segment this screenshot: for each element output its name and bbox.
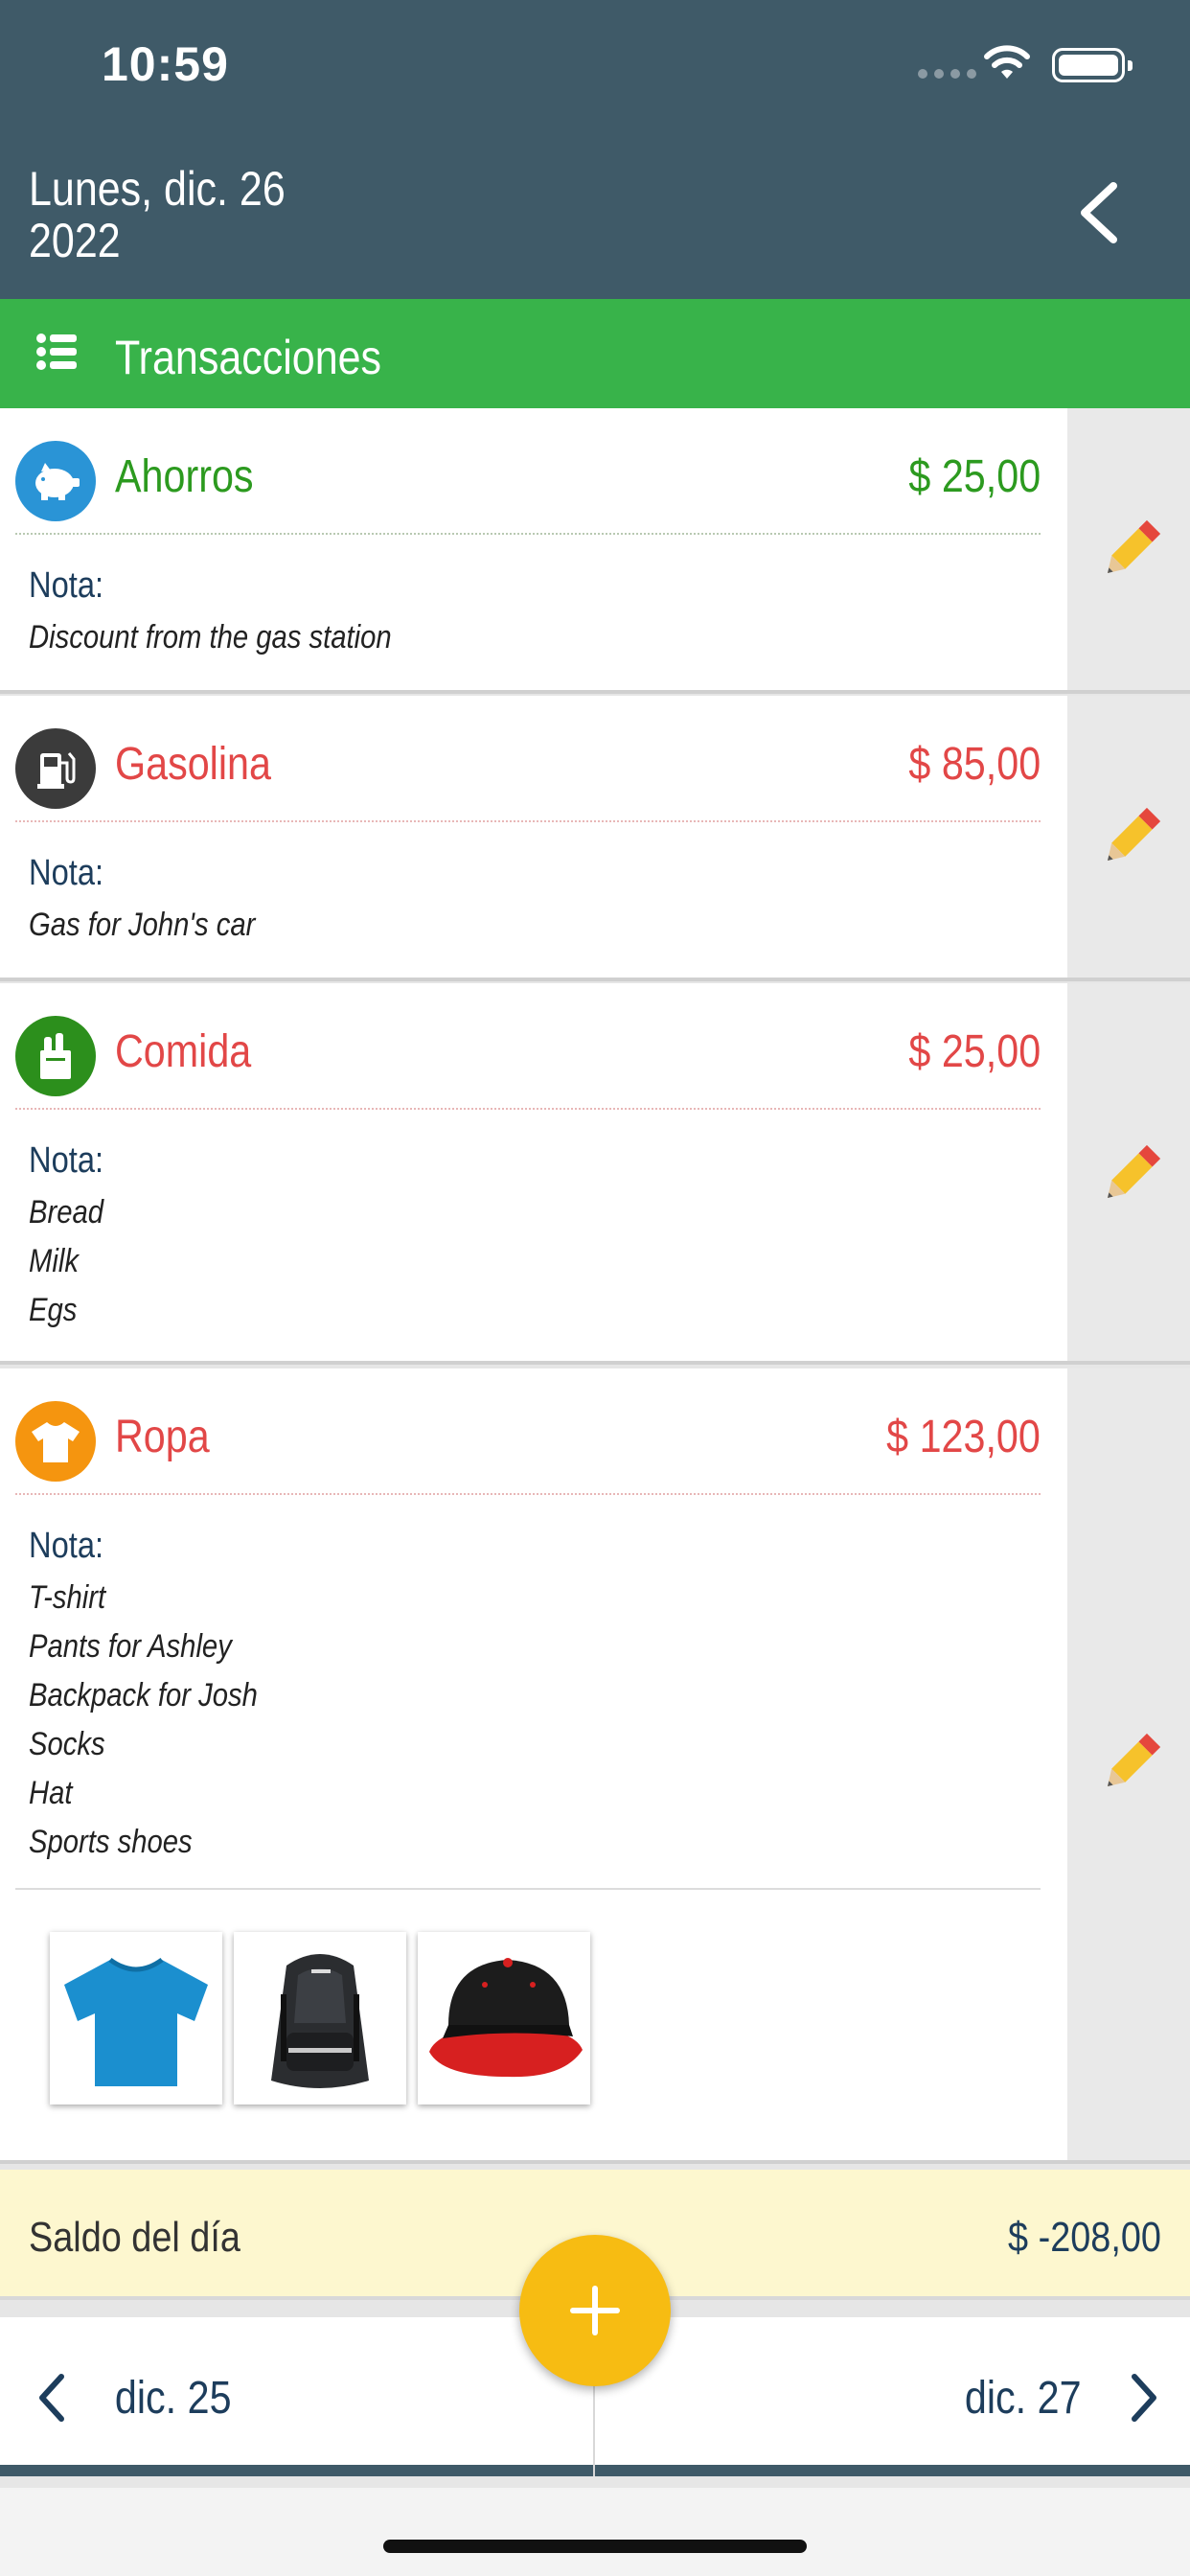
- attachment-thumbnail-tshirt[interactable]: [50, 1932, 222, 2104]
- battery-icon: [1052, 48, 1133, 82]
- signal-icon: [918, 69, 976, 79]
- divider: [15, 1888, 1041, 1890]
- home-indicator[interactable]: [383, 2540, 807, 2553]
- note-text: Gas for John's car: [29, 901, 255, 950]
- note-line: Gas for John's car: [29, 907, 256, 943]
- pencil-icon[interactable]: [1092, 512, 1169, 588]
- home-indicator-area: [0, 2488, 1190, 2576]
- section-title: Transacciones: [115, 331, 382, 384]
- chevron-left-icon: [39, 2374, 64, 2422]
- attachment-thumbnail-cap[interactable]: [418, 1932, 590, 2104]
- note-line: Discount from the gas station: [29, 619, 392, 656]
- note-line: Egs: [29, 1292, 78, 1328]
- transaction-card[interactable]: Ahorros $ 25,00 Nota: Discount from the …: [0, 408, 1190, 694]
- note-line: Hat: [29, 1775, 73, 1811]
- chevron-right-icon: [1132, 2374, 1156, 2422]
- transaction-card[interactable]: Gasolina $ 85,00 Nota: Gas for John's ca…: [0, 696, 1190, 981]
- note-label: Nota:: [29, 1526, 104, 1566]
- app-header: 10:59 Lunes, dic. 26 2022: [0, 0, 1190, 299]
- date-weekday: Lunes, dic. 26: [29, 162, 286, 216]
- transaction-amount: $ 85,00: [908, 739, 1041, 790]
- note-line: T-shirt: [29, 1579, 106, 1616]
- wifi-icon: [984, 45, 1030, 79]
- transaction-amount: $ 123,00: [886, 1412, 1041, 1462]
- chevron-left-icon[interactable]: [1071, 178, 1129, 247]
- add-transaction-button[interactable]: [519, 2235, 671, 2386]
- category-name: Gasolina: [115, 739, 271, 790]
- note-line: Socks: [29, 1726, 105, 1762]
- note-text: Discount from the gas station: [29, 613, 392, 662]
- category-name: Comida: [115, 1026, 252, 1077]
- list-icon: [36, 334, 77, 370]
- pencil-icon[interactable]: [1092, 799, 1169, 876]
- divider: [15, 533, 1041, 535]
- date-year: 2022: [29, 214, 121, 267]
- daily-balance-label: Saldo del día: [29, 2214, 240, 2261]
- note-text: Bread Milk Egs: [29, 1188, 103, 1335]
- note-label: Nota:: [29, 565, 104, 606]
- fuel-pump-icon: [15, 728, 96, 809]
- note-line: Pants for Ashley: [29, 1628, 232, 1665]
- category-name: Ropa: [115, 1412, 210, 1462]
- divider: [15, 1108, 1041, 1110]
- grocery-bag-icon: [15, 1016, 96, 1096]
- transaction-card[interactable]: Comida $ 25,00 Nota: Bread Milk Egs: [0, 983, 1190, 1365]
- transaction-amount: $ 25,00: [908, 1026, 1041, 1077]
- daily-balance-value: $ -208,00: [1008, 2214, 1161, 2261]
- next-day-label: dic. 27: [964, 2372, 1082, 2424]
- note-line: Milk: [29, 1243, 79, 1279]
- note-line: Sports shoes: [29, 1824, 193, 1860]
- tshirt-icon: [15, 1401, 96, 1482]
- note-line: Backpack for Josh: [29, 1677, 258, 1714]
- note-label: Nota:: [29, 1140, 104, 1181]
- divider: [15, 820, 1041, 822]
- transaction-card[interactable]: Ropa $ 123,00 Nota: T-shirt Pants for As…: [0, 1368, 1190, 2164]
- note-text: T-shirt Pants for Ashley Backpack for Jo…: [29, 1574, 258, 1867]
- category-name: Ahorros: [115, 451, 254, 502]
- note-line: Bread: [29, 1194, 104, 1230]
- previous-day-button[interactable]: dic. 25: [34, 2371, 240, 2425]
- piggy-bank-icon: [15, 441, 96, 521]
- attachment-thumbnail-backpack[interactable]: [234, 1932, 406, 2104]
- transaction-amount: $ 25,00: [908, 451, 1041, 502]
- pencil-icon[interactable]: [1092, 1137, 1169, 1213]
- status-time: 10:59: [102, 37, 229, 91]
- pencil-icon[interactable]: [1092, 1725, 1169, 1802]
- page-title: Lunes, dic. 26 2022: [29, 163, 286, 266]
- next-day-button[interactable]: dic. 27: [955, 2371, 1161, 2425]
- section-header: Transacciones: [0, 299, 1190, 408]
- note-label: Nota:: [29, 853, 104, 893]
- plus-icon: [570, 2286, 620, 2335]
- previous-day-label: dic. 25: [114, 2372, 232, 2424]
- divider: [15, 1493, 1041, 1495]
